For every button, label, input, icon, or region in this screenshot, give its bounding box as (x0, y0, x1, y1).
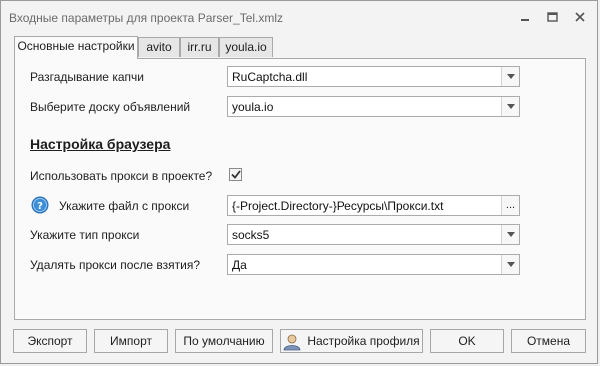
board-select[interactable]: youla.io (227, 96, 520, 117)
default-label: По умолчанию (183, 334, 265, 348)
proxy-type-label: Укажите тип прокси (30, 228, 140, 242)
tab-main-settings[interactable]: Основные настройки (14, 36, 138, 59)
title-bar[interactable]: Входные параметры для проекта Parser_Tel… (1, 1, 597, 33)
ok-button[interactable]: OK (430, 329, 504, 353)
browse-button[interactable]: ... (501, 196, 519, 215)
proxy-file-input[interactable]: {-Project.Directory-}Ресурсы\Прокси.txt … (227, 195, 520, 216)
export-button[interactable]: Экспорт (13, 329, 87, 353)
svg-text:?: ? (37, 201, 43, 212)
captcha-label: Разгадывание капчи (30, 70, 144, 84)
use-proxy-checkbox[interactable] (229, 168, 242, 181)
chevron-down-icon[interactable] (501, 255, 519, 274)
question-circle-icon[interactable]: ? (31, 196, 49, 214)
proxy-type-select[interactable]: socks5 (227, 224, 520, 245)
captcha-select[interactable]: RuCaptcha.dll (227, 66, 520, 87)
browser-settings-heading: Настройка браузера (30, 136, 171, 152)
chevron-down-icon[interactable] (501, 67, 519, 86)
user-profile-icon (283, 330, 301, 352)
main-settings-panel: Разгадывание капчи RuCaptcha.dll Выберит… (14, 58, 586, 320)
chevron-down-icon[interactable] (501, 97, 519, 116)
default-button[interactable]: По умолчанию (175, 329, 273, 353)
tab-irr[interactable]: irr.ru (180, 37, 219, 57)
captcha-value: RuCaptcha.dll (232, 70, 308, 84)
proxy-file-value: {-Project.Directory-}Ресурсы\Прокси.txt (232, 199, 444, 213)
delete-proxy-select[interactable]: Да (227, 254, 520, 275)
profile-settings-button[interactable]: Настройка профиля (280, 329, 423, 353)
delete-proxy-label: Удалять прокси после взятия? (30, 258, 201, 272)
export-label: Экспорт (27, 334, 73, 348)
board-value: youla.io (232, 100, 274, 114)
tab-avito[interactable]: avito (138, 37, 180, 57)
proxy-file-label: Укажите файл с прокси (59, 199, 190, 213)
cancel-label: Отмена (526, 334, 571, 348)
ok-label: OK (458, 334, 476, 348)
cancel-button[interactable]: Отмена (511, 329, 586, 353)
import-button[interactable]: Импорт (94, 329, 168, 353)
window-title: Входные параметры для проекта Parser_Tel… (9, 11, 284, 25)
use-proxy-label: Использовать прокси в проекте? (30, 169, 213, 183)
minimize-icon[interactable] (517, 10, 533, 24)
close-icon[interactable] (572, 10, 588, 24)
import-label: Импорт (110, 334, 152, 348)
profile-settings-label: Настройка профиля (307, 334, 420, 348)
maximize-icon[interactable] (544, 10, 560, 24)
board-label: Выберите доску объявлений (30, 100, 191, 114)
chevron-down-icon[interactable] (501, 225, 519, 244)
tab-youla[interactable]: youla.io (219, 37, 273, 57)
proxy-type-value: socks5 (232, 228, 270, 242)
delete-proxy-value: Да (232, 258, 247, 272)
settings-dialog: Входные параметры для проекта Parser_Tel… (0, 0, 598, 364)
